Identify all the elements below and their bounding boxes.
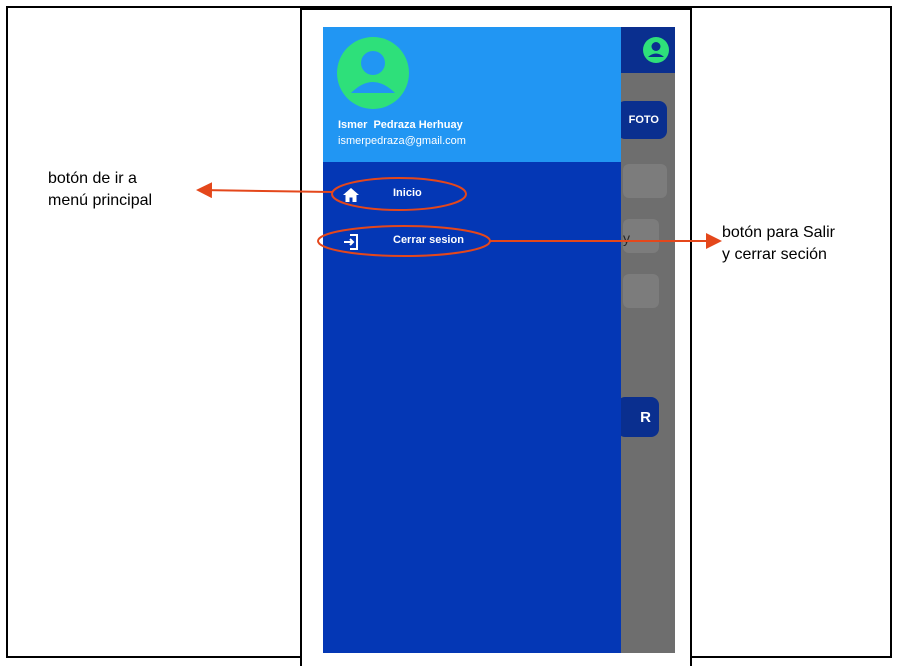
annotation-left: botón de ir a menú principal xyxy=(48,168,152,212)
annotation-right-line-1: botón para Salir xyxy=(722,224,835,241)
highlight-cerrar-sesion xyxy=(317,225,491,257)
annotation-right: botón para Salir y cerrar seción xyxy=(722,222,835,266)
highlight-inicio xyxy=(331,177,467,211)
annotation-overlay xyxy=(196,177,722,257)
annotation-left-line-2: menú principal xyxy=(48,192,153,209)
annotation-right-line-2: y cerrar seción xyxy=(722,246,827,263)
arrow-left xyxy=(196,182,333,199)
annotation-left-line-1: botón de ir a xyxy=(48,170,137,187)
